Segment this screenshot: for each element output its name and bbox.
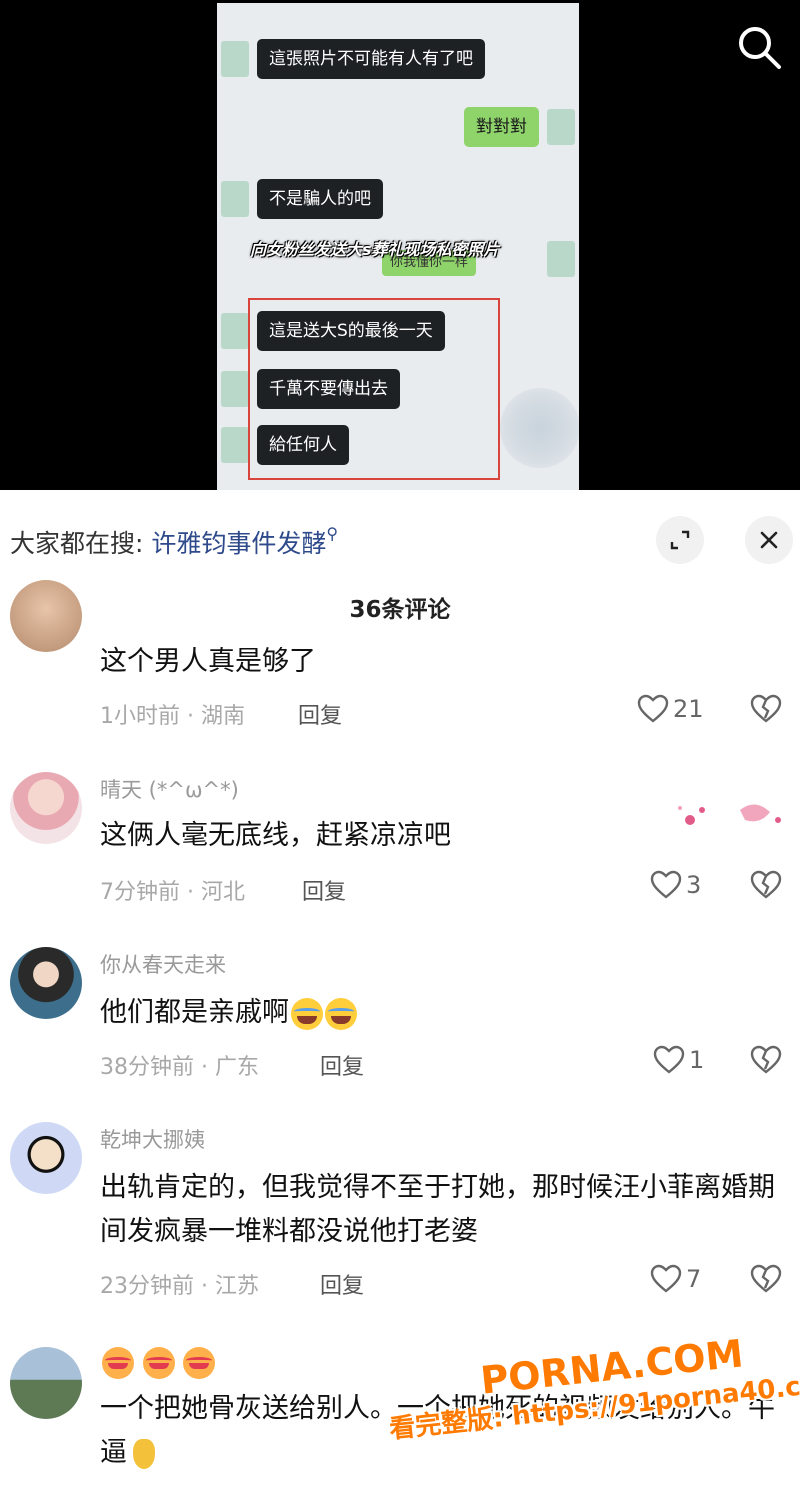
dislike-button[interactable] — [750, 1264, 782, 1298]
like-count: 7 — [686, 1265, 702, 1293]
like-count: 3 — [686, 871, 702, 899]
broken-heart-icon — [750, 870, 782, 899]
username-emojis[interactable] — [100, 1347, 216, 1379]
chat-bubble-text: 對對對 — [464, 107, 539, 147]
like-count: 21 — [673, 695, 704, 723]
avatar[interactable] — [10, 947, 82, 1019]
comment-item: 你从春天走来 他们都是亲戚啊 38分钟前 · 广东 回复 1 — [0, 945, 800, 1095]
heart-icon — [650, 1264, 682, 1293]
close-icon — [760, 531, 778, 549]
like-count: 1 — [689, 1046, 705, 1074]
comment-location: 江苏 — [214, 1274, 259, 1299]
expand-icon — [670, 530, 690, 550]
comment-text: 这个男人真是够了 — [100, 646, 316, 677]
avatar[interactable] — [10, 580, 82, 652]
avatar[interactable] — [10, 1122, 82, 1194]
comment-location: 广东 — [214, 1055, 259, 1080]
trending-search-bar[interactable]: 大家都在搜: 许雅钧事件发酵⚲ — [10, 524, 338, 560]
comment-item: 乾坤大挪姨 出轨肯定的，但我觉得不至于打她，那时候汪小菲离婚期间发疯暴一堆料都没… — [0, 1120, 800, 1320]
search-icon[interactable] — [734, 22, 784, 72]
trending-topic-link[interactable]: 许雅钧事件发酵 — [151, 529, 326, 558]
comment-meta: 38分钟前 · 广东 — [100, 1055, 259, 1080]
username[interactable]: 晴天 (*^ω^*) — [100, 774, 239, 804]
chat-message: 不是騙人的吧 — [221, 179, 383, 219]
comment-count-title: 36条评论 — [349, 597, 451, 623]
laugh-cry-emoji-icon — [291, 997, 323, 1030]
comment-location: 河北 — [200, 880, 245, 905]
reply-button[interactable]: 回复 — [320, 1268, 364, 1300]
heart-icon — [653, 1045, 685, 1074]
like-button[interactable]: 1 — [653, 1045, 704, 1075]
close-button[interactable] — [745, 516, 793, 564]
comment-time: 38分钟前 — [100, 1055, 194, 1080]
laugh-cry-emoji-icon — [325, 997, 357, 1030]
chat-bubble-text: 這張照片不可能有人有了吧 — [257, 39, 485, 79]
like-button[interactable]: 3 — [650, 870, 701, 900]
chat-avatar — [221, 371, 249, 407]
chat-avatar — [547, 109, 575, 145]
heart-face-emoji-icon — [102, 1347, 134, 1379]
heart-icon — [650, 870, 682, 899]
blurred-sticker — [500, 388, 579, 468]
broken-heart-icon — [750, 1264, 782, 1293]
heart-face-emoji-icon — [183, 1347, 216, 1379]
chat-avatar — [221, 427, 249, 463]
trending-label: 大家都在搜: — [10, 529, 144, 558]
broken-heart-icon — [750, 694, 782, 723]
avatar[interactable] — [10, 1347, 82, 1419]
video-caption: 向女粉丝发送大s葬礼现场私密照片 — [250, 240, 500, 259]
highlight-box — [248, 298, 500, 480]
comment-text-body: 他们都是亲戚啊 — [100, 997, 289, 1028]
expand-button[interactable] — [656, 516, 704, 564]
comment-text: 他们都是亲戚啊 — [100, 991, 790, 1035]
heart-icon — [637, 694, 669, 723]
video-player[interactable]: 這張照片不可能有人有了吧 對對對 不是騙人的吧 這是送大S的最後一天 千萬不要傳… — [0, 0, 800, 490]
chat-bubble-text: 不是騙人的吧 — [257, 179, 383, 219]
pink-sticker-decoration — [678, 804, 781, 825]
username[interactable]: 你从春天走来 — [100, 949, 226, 979]
avatar[interactable] — [10, 772, 82, 844]
chat-avatar — [221, 41, 249, 77]
reply-button[interactable]: 回复 — [320, 1049, 364, 1081]
like-button[interactable]: 7 — [650, 1264, 701, 1294]
chat-avatar — [221, 313, 249, 349]
username[interactable]: 乾坤大挪姨 — [100, 1124, 205, 1154]
heart-face-emoji-icon — [142, 1347, 175, 1379]
comment-meta: 1小时前 · 湖南 — [100, 704, 245, 729]
comment-time: 1小时前 — [100, 704, 180, 729]
dislike-button[interactable] — [750, 870, 782, 904]
comment-item: 这个男人真是够了 1小时前 · 湖南 回复 21 — [0, 580, 800, 740]
reply-button[interactable]: 回复 — [298, 698, 342, 730]
dislike-button[interactable] — [750, 694, 782, 728]
reply-button[interactable]: 回复 — [302, 874, 346, 906]
comment-location: 湖南 — [200, 704, 245, 729]
comment-time: 23分钟前 — [100, 1274, 194, 1299]
chat-message: 對對對 — [464, 107, 575, 147]
money-bag-emoji-icon — [133, 1438, 155, 1469]
dislike-button[interactable] — [750, 1045, 782, 1079]
search-icon: ⚲ — [326, 524, 339, 543]
comment-text: 出轨肯定的，但我觉得不至于打她，那时候汪小菲离婚期间发疯暴一堆料都没说他打老婆 — [100, 1172, 775, 1247]
chat-avatar — [221, 181, 249, 217]
comment-time: 7分钟前 — [100, 880, 180, 905]
comment-meta: 7分钟前 · 河北 — [100, 880, 245, 905]
comment-meta: 23分钟前 · 江苏 — [100, 1274, 259, 1299]
chat-message — [547, 239, 575, 279]
chat-message: 這張照片不可能有人有了吧 — [221, 39, 485, 79]
broken-heart-icon — [750, 1045, 782, 1074]
chat-avatar — [547, 241, 575, 277]
like-button[interactable]: 21 — [637, 694, 704, 724]
